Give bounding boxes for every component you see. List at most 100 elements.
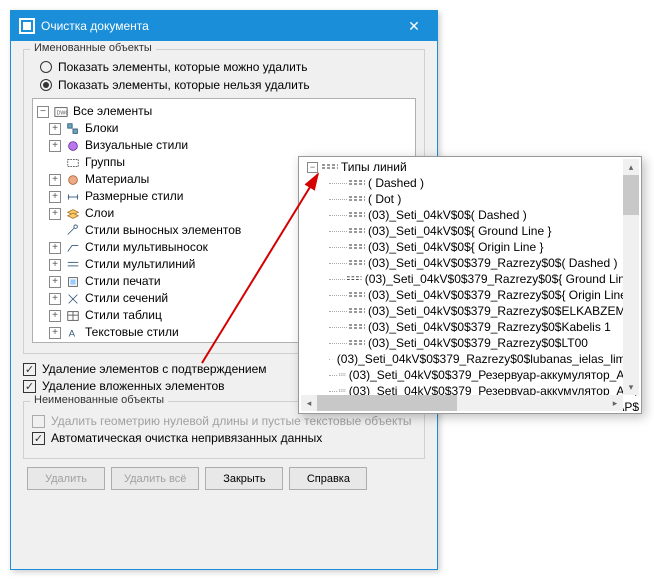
tree-item-label: Стили мультивыносок [85, 239, 208, 256]
tree-item-label: Размерные стили [85, 188, 183, 205]
tree-item-label: Стили таблиц [85, 307, 162, 324]
linetype-icon [322, 163, 338, 171]
expand-icon[interactable] [49, 174, 61, 186]
tree-item[interactable]: Визуальные стили [35, 137, 413, 154]
linetype-icon [349, 291, 365, 299]
linetype-item[interactable]: (03)_Seti_04kV$0$379_Razrezy$0${ Origin … [301, 287, 639, 303]
vertical-scrollbar[interactable]: ▴ ▾ [623, 159, 639, 395]
scroll-thumb[interactable] [623, 175, 639, 215]
tree-item-label: Материалы [85, 171, 149, 188]
tree-root-label: Все элементы [73, 103, 152, 120]
checkbox-icon [32, 415, 45, 428]
close-icon[interactable]: ✕ [399, 18, 429, 35]
linetype-icon [349, 179, 365, 187]
mleader-icon [65, 241, 81, 255]
tree-item-label: Стили выносных элементов [85, 222, 241, 239]
linetype-item[interactable]: ( Dashed ) [301, 175, 639, 191]
radio-cannot-delete[interactable]: Показать элементы, которые нельзя удалит… [40, 78, 416, 92]
tree-item-label: Визуальные стили [85, 137, 188, 154]
radio-label: Показать элементы, которые можно удалить [58, 60, 308, 74]
tree-item-label: Слои [85, 205, 114, 222]
tree-item-label: Стили сечений [85, 290, 168, 307]
linetype-icon [349, 243, 365, 251]
svg-text:DWG: DWG [57, 110, 68, 116]
linetype-label: (03)_Seti_04kV$0$( Dashed ) [368, 207, 527, 223]
linetype-item[interactable]: (03)_Seti_04kV$0${ Ground Line } [301, 223, 639, 239]
linetype-icon [339, 373, 346, 376]
linetype-item[interactable]: (03)_Seti_04kV$0$379_Razrezy$0$ELKABZEM [301, 303, 639, 319]
linetype-label: (03)_Seti_04kV$0$379_Razrezy$0$Kabelis 1 [368, 319, 611, 335]
popup-tree[interactable]: Типы линий ( Dashed )( Dot )(03)_Seti_04… [301, 159, 639, 411]
delete-button: Удалить [27, 467, 105, 490]
expand-icon[interactable] [49, 191, 61, 203]
radio-can-delete[interactable]: Показать элементы, которые можно удалить [40, 60, 416, 74]
radio-icon [40, 79, 52, 91]
title-bar[interactable]: Очистка документа ✕ [11, 11, 437, 41]
linetype-item[interactable]: (03)_Seti_04kV$0$379_Razrezy$0$( Dashed … [301, 255, 639, 271]
tree-root[interactable]: DWG Все элементы [35, 103, 413, 120]
linetype-item[interactable]: (03)_Seti_04kV$0$379_Razrezy$0$lubanas_i… [301, 351, 639, 367]
popup-root[interactable]: Типы линий [301, 159, 639, 175]
scroll-thumb[interactable] [317, 395, 457, 411]
popup-root-label: Типы линий [341, 159, 407, 175]
linetype-item[interactable]: ( Dot ) [301, 191, 639, 207]
linetype-icon [349, 195, 365, 203]
linetype-icon [349, 339, 365, 347]
linetype-label: ( Dot ) [368, 191, 401, 207]
linetype-icon [349, 307, 365, 315]
tree-item-label: Группы [85, 154, 125, 171]
linetype-label: (03)_Seti_04kV$0$379_Razrezy$0$lubanas_i… [337, 351, 639, 367]
linetype-icon [349, 211, 365, 219]
app-icon [19, 18, 35, 34]
checkbox-icon [23, 380, 36, 393]
close-button[interactable]: Закрыть [205, 467, 283, 490]
expand-icon[interactable] [49, 242, 61, 254]
leader-icon [65, 224, 81, 238]
check-auto-clean[interactable]: Автоматическая очистка непривязанных дан… [32, 431, 416, 445]
linetype-label: (03)_Seti_04kV$0$379_Razrezy$0${ Ground … [365, 271, 639, 287]
expand-icon[interactable] [49, 140, 61, 152]
tree-item-label: Стили мультилиний [85, 256, 195, 273]
plot-icon [65, 275, 81, 289]
linetype-item[interactable]: (03)_Seti_04kV$0$379_Razrezy$0${ Ground … [301, 271, 639, 287]
scroll-down-icon[interactable]: ▾ [623, 379, 639, 395]
expand-icon[interactable] [49, 123, 61, 135]
linetype-item[interactable]: (03)_Seti_04kV$0$( Dashed ) [301, 207, 639, 223]
table-icon [65, 309, 81, 323]
linetype-label: (03)_Seti_04kV$0$379_Razrezy$0$ELKABZEM [368, 303, 625, 319]
linetype-item[interactable]: (03)_Seti_04kV$0$379_Razrezy$0$LT00 [301, 335, 639, 351]
help-button[interactable]: Справка [289, 467, 367, 490]
linetype-label: (03)_Seti_04kV$0$379_Razrezy$0$LT00 [368, 335, 588, 351]
expand-icon[interactable] [49, 259, 61, 271]
scroll-left-icon[interactable]: ◂ [301, 395, 317, 411]
tree-item-label: Стили печати [85, 273, 161, 290]
check-label: Удаление элементов с подтверждением [42, 362, 267, 376]
collapse-icon[interactable] [37, 106, 49, 118]
collapse-icon[interactable] [307, 162, 318, 173]
group-icon [65, 156, 81, 170]
scroll-up-icon[interactable]: ▴ [623, 159, 639, 175]
linetype-item[interactable]: (03)_Seti_04kV$0${ Origin Line } [301, 239, 639, 255]
mline-icon [65, 258, 81, 272]
linetype-icon [349, 323, 365, 331]
expand-icon[interactable] [49, 310, 61, 322]
expand-icon[interactable] [49, 208, 61, 220]
horizontal-scrollbar[interactable]: ◂ ▸ [301, 395, 623, 411]
linetype-icon [332, 359, 333, 360]
tree-item[interactable]: Блоки [35, 120, 413, 137]
linetype-item[interactable]: (03)_Seti_04kV$0$379_Razrezy$0$Kabelis 1 [301, 319, 639, 335]
expand-icon[interactable] [49, 293, 61, 305]
linetype-label: (03)_Seti_04kV$0${ Origin Line } [368, 239, 543, 255]
named-group-title: Именованные объекты [30, 42, 156, 54]
scroll-right-icon[interactable]: ▸ [607, 395, 623, 411]
expand-icon[interactable] [49, 276, 61, 288]
expand-icon[interactable] [49, 327, 61, 339]
linetype-label: (03)_Seti_04kV$0${ Ground Line } [368, 223, 551, 239]
text-icon: A [65, 326, 81, 340]
layer-icon [65, 207, 81, 221]
delete-all-button: Удалить всё [111, 467, 199, 490]
linetype-item[interactable]: (03)_Seti_04kV$0$379_Резервуар-аккумулят… [301, 367, 639, 383]
tree-item-label: Блоки [85, 120, 119, 137]
check-zero-geom: Удалить геометрию нулевой длины и пустые… [32, 414, 416, 428]
dim-icon [65, 190, 81, 204]
